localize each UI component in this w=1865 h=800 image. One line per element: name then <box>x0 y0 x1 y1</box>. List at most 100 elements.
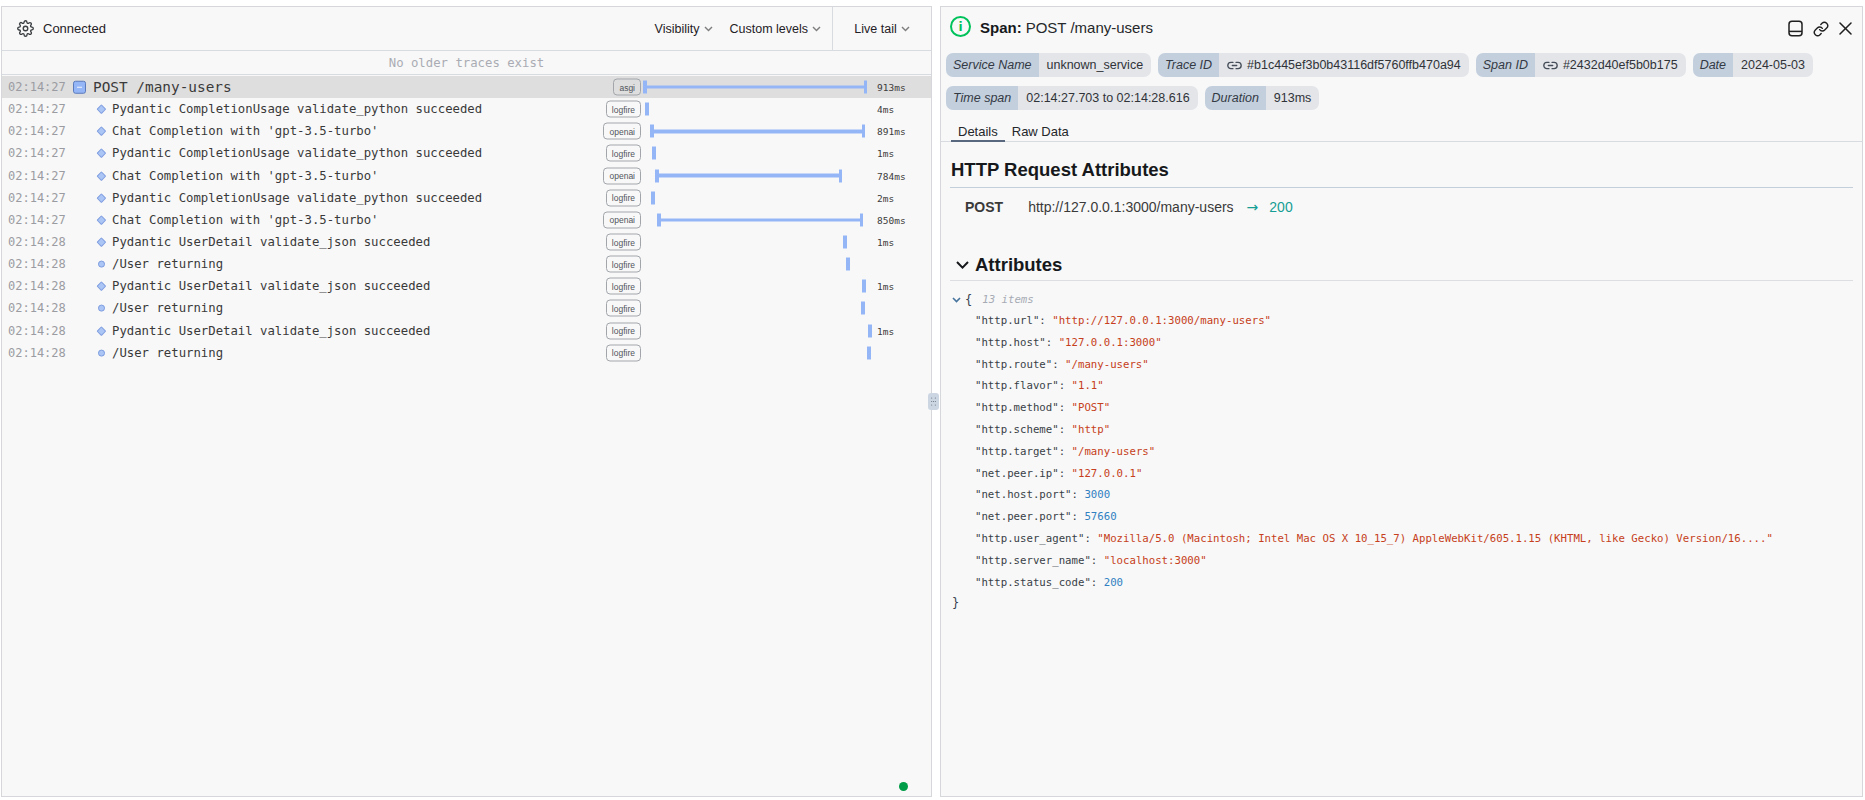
trace-timestamp: 02:14:27 <box>8 124 66 138</box>
link-icon <box>1543 58 1558 73</box>
panel-splitter-handle[interactable] <box>928 393 939 410</box>
attributes-json-tree: { 13 items "http.url": "http://127.0.0.1… <box>952 289 1773 615</box>
duration-tick <box>868 324 872 337</box>
trace-name: Pydantic CompletionUsage validate_python… <box>112 146 482 160</box>
log-circle-icon <box>98 261 105 268</box>
duration-tick <box>843 236 847 249</box>
trace-row[interactable]: 02:14:28/User returninglogfire <box>2 297 931 319</box>
span-diamond-icon <box>97 326 107 336</box>
traces-header: Connected Visibility Custom levels Live … <box>2 7 931 51</box>
duration-bar <box>657 213 863 226</box>
trace-name: Chat Completion with 'gpt-3.5-turbo' <box>112 124 379 138</box>
trace-row[interactable]: 02:14:27Chat Completion with 'gpt-3.5-tu… <box>2 209 931 231</box>
meta-badge-span-id: Span ID#2432d40ef5b0b175 <box>1476 53 1686 77</box>
meta-badge-date: Date2024-05-03 <box>1693 53 1813 77</box>
trace-duration: 1ms <box>877 237 894 248</box>
request-url: http://127.0.0.1:3000/many-users <box>1028 199 1233 215</box>
trace-timestamp: 02:14:28 <box>8 235 66 249</box>
request-row: POST http://127.0.0.1:3000/many-users → … <box>965 199 1293 214</box>
chevron-down-icon <box>901 26 910 32</box>
duration-tick <box>652 147 656 160</box>
scope-tag: logfire <box>606 101 641 118</box>
custom-levels-dropdown[interactable]: Custom levels <box>730 22 822 36</box>
trace-row[interactable]: 02:14:28/User returninglogfire <box>2 342 931 364</box>
logfire-app: Connected Visibility Custom levels Live … <box>0 0 1865 800</box>
attribute-line: "http.host": "127.0.0.1:3000" <box>952 332 1773 354</box>
scope-tag: logfire <box>606 234 641 251</box>
trace-row[interactable]: 02:14:27Pydantic CompletionUsage validat… <box>2 98 931 120</box>
duration-bar <box>655 169 842 182</box>
span-diamond-icon <box>97 127 107 137</box>
chevron-down-icon <box>704 26 713 32</box>
attribute-line: "http.scheme": "http" <box>952 419 1773 441</box>
trace-timestamp: 02:14:27 <box>8 146 66 160</box>
tab-raw-data[interactable]: Raw Data <box>1005 121 1076 141</box>
trace-duration: 850ms <box>877 214 906 225</box>
tab-details[interactable]: Details <box>951 121 1005 141</box>
meta-badge-trace-id: Trace ID#b1c445ef3b0b43116df5760ffb470a9… <box>1158 53 1469 77</box>
live-tail-dropdown[interactable]: Live tail <box>833 22 931 36</box>
attribute-line: "http.route": "/many-users" <box>952 354 1773 376</box>
json-root-line[interactable]: { 13 items <box>952 289 1773 310</box>
trace-name: POST /many-users <box>93 79 232 95</box>
timeline-track <box>643 165 870 187</box>
trace-name: Pydantic UserDetail validate_json succee… <box>112 324 430 338</box>
span-detail-panel: i Span:POST /many-users Service Nameunkn… <box>940 6 1863 797</box>
trace-timestamp: 02:14:28 <box>8 346 66 360</box>
close-icon[interactable] <box>1839 22 1852 35</box>
trace-row[interactable]: 02:14:27Pydantic CompletionUsage validat… <box>2 187 931 209</box>
settings-gear-icon[interactable] <box>16 20 34 38</box>
meta-badge-duration: Duration913ms <box>1205 86 1320 110</box>
dock-panel-icon[interactable] <box>1788 20 1803 37</box>
copy-link-icon[interactable] <box>1813 21 1829 37</box>
trace-list: 02:14:27POST /many-usersasgi913ms02:14:2… <box>2 76 931 364</box>
log-circle-icon <box>98 305 105 312</box>
timeline-track <box>643 253 870 275</box>
traces-panel: Connected Visibility Custom levels Live … <box>1 6 932 797</box>
attribute-line: "http.flavor": "1.1" <box>952 375 1773 397</box>
trace-duration: 4ms <box>877 104 894 115</box>
trace-row[interactable]: 02:14:28Pydantic UserDetail validate_jso… <box>2 231 931 253</box>
info-icon: i <box>950 16 971 37</box>
duration-tick <box>651 191 655 204</box>
span-diamond-icon <box>97 215 107 225</box>
scope-tag: logfire <box>606 145 641 162</box>
trace-row[interactable]: 02:14:27Chat Completion with 'gpt-3.5-tu… <box>2 165 931 187</box>
scope-tag: openai <box>603 211 641 228</box>
trace-timestamp: 02:14:27 <box>8 191 66 205</box>
scope-tag: openai <box>603 123 641 140</box>
trace-timestamp: 02:14:27 <box>8 80 66 94</box>
trace-row[interactable]: 02:14:27 Chat Completion with 'gpt-3.5-tu… <box>2 120 931 142</box>
attributes-divider <box>950 280 1853 281</box>
trace-row[interactable]: 02:14:27POST /many-usersasgi913ms <box>2 76 931 98</box>
scope-tag: logfire <box>606 322 641 339</box>
span-diamond-icon <box>97 193 107 203</box>
attribute-line: "http.method": "POST" <box>952 397 1773 419</box>
request-status-code: 200 <box>1269 199 1292 215</box>
timeline-track <box>643 342 870 364</box>
trace-timestamp: 02:14:28 <box>8 324 66 338</box>
visibility-dropdown[interactable]: Visibility <box>655 22 713 36</box>
trace-row[interactable]: 02:14:28/User returninglogfire <box>2 253 931 275</box>
timeline-track <box>643 209 870 231</box>
trace-timestamp: 02:14:27 <box>8 213 66 227</box>
trace-row[interactable]: 02:14:28Pydantic UserDetail validate_jso… <box>2 275 931 297</box>
heading-divider <box>950 187 1853 188</box>
meta-badge-service-name: Service Nameunknown_service <box>946 53 1151 77</box>
span-diamond-icon <box>97 149 107 159</box>
span-diamond-icon <box>97 171 107 181</box>
scope-tag: logfire <box>606 189 641 206</box>
trace-row[interactable]: 02:14:27 Pydantic CompletionUsage validat… <box>2 142 931 164</box>
timeline-track <box>643 187 870 209</box>
collapse-span-icon[interactable] <box>73 81 86 94</box>
badge-row-2: Time span02:14:27.703 to 02:14:28.616Dur… <box>946 86 1319 110</box>
duration-tick <box>867 346 871 359</box>
arrow-right-icon: → <box>1247 199 1259 215</box>
trace-duration: 1ms <box>877 325 894 336</box>
duration-tick <box>846 258 850 271</box>
attribute-line: "http.user_agent": "Mozilla/5.0 (Macinto… <box>952 528 1773 550</box>
trace-row[interactable]: 02:14:28 Pydantic UserDetail validate_jso… <box>2 320 931 342</box>
span-diamond-icon <box>97 282 107 292</box>
duration-bar <box>650 125 865 138</box>
attribute-line: "http.target": "/many-users" <box>952 441 1773 463</box>
